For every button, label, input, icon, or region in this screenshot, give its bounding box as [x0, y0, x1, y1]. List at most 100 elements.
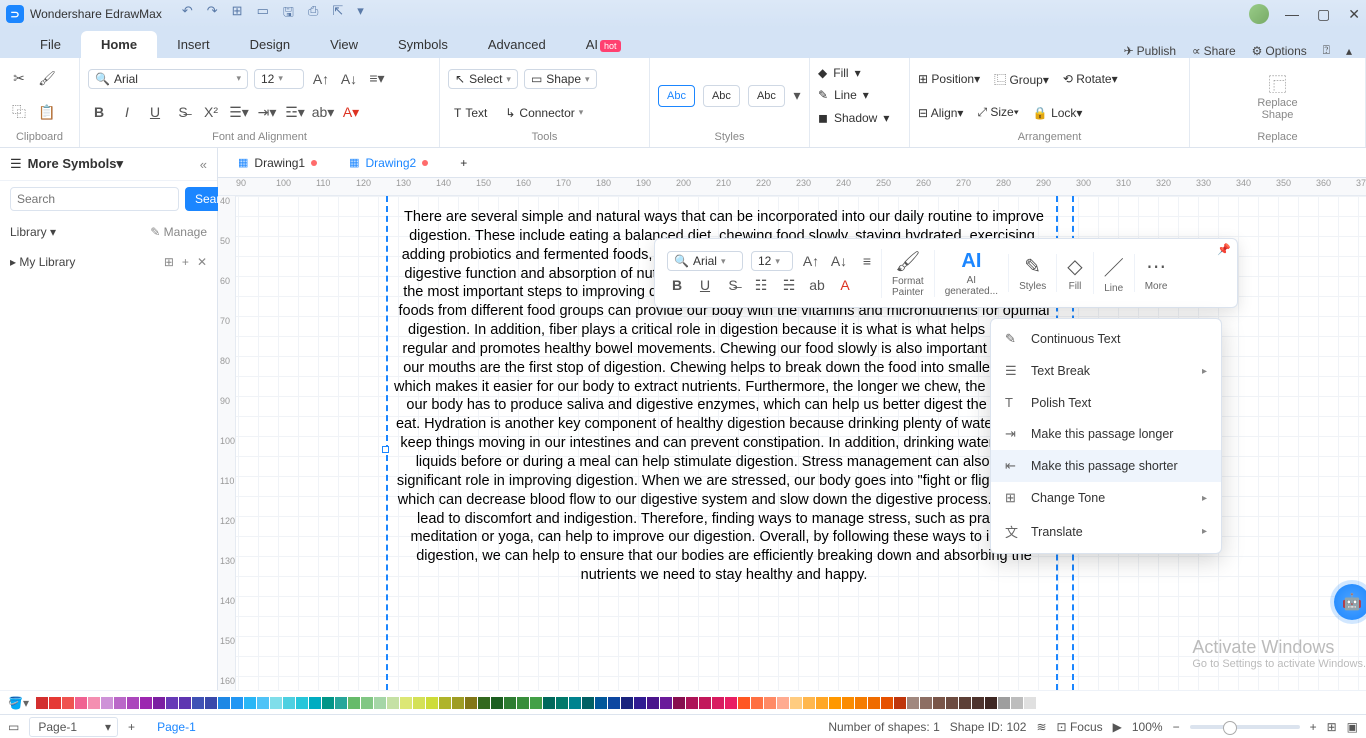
menu-symbols[interactable]: Symbols [378, 31, 468, 58]
color-swatch[interactable] [231, 697, 243, 709]
text-tool[interactable]: T Text [448, 104, 493, 122]
color-swatch[interactable] [478, 697, 490, 709]
ai-polish-text[interactable]: TPolish Text [991, 387, 1221, 418]
color-swatch[interactable] [907, 697, 919, 709]
color-swatch[interactable] [842, 697, 854, 709]
color-swatch[interactable] [803, 697, 815, 709]
page-name[interactable]: Page-1 [157, 720, 196, 734]
fontcolor-icon[interactable]: A▾ [340, 101, 362, 123]
line-button[interactable]: ✎ Line▾ [818, 88, 901, 102]
color-swatch[interactable] [972, 697, 984, 709]
ft-more[interactable]: ⋯More [1134, 254, 1178, 292]
zoom-out-icon[interactable]: − [1173, 720, 1180, 734]
superscript-icon[interactable]: X² [200, 101, 222, 123]
color-swatch[interactable] [790, 697, 802, 709]
color-swatch[interactable] [725, 697, 737, 709]
color-swatch[interactable] [608, 697, 620, 709]
focus-button[interactable]: ⊡ Focus [1057, 720, 1103, 734]
ai-text-break[interactable]: ☰Text Break▸ [991, 355, 1221, 387]
color-swatch[interactable] [400, 697, 412, 709]
ft-fill[interactable]: ◇Fill [1056, 254, 1092, 292]
ft-bullets-icon[interactable]: ☷ [751, 275, 771, 295]
color-swatch[interactable] [153, 697, 165, 709]
share-button[interactable]: ∝ Share [1192, 44, 1236, 58]
color-swatch[interactable] [426, 697, 438, 709]
color-swatch[interactable] [36, 697, 48, 709]
list-icon[interactable]: ☲▾ [284, 101, 306, 123]
copy-icon[interactable]: ⿻ [8, 101, 30, 123]
color-swatch[interactable] [933, 697, 945, 709]
zoom-value[interactable]: 100% [1132, 720, 1163, 734]
select-tool[interactable]: ↖ Select ▾ [448, 69, 518, 89]
color-swatch[interactable] [166, 697, 178, 709]
font-family-dropdown[interactable]: 🔍 Arial▾ [88, 69, 248, 89]
collapse-panel-icon[interactable]: « [200, 157, 207, 172]
group-button[interactable]: ⿺ Group▾ [994, 71, 1049, 88]
color-swatch[interactable] [660, 697, 672, 709]
color-swatch[interactable] [946, 697, 958, 709]
color-swatch[interactable] [348, 697, 360, 709]
tab-drawing2[interactable]: ▦Drawing2 [335, 151, 442, 175]
color-swatch[interactable] [920, 697, 932, 709]
underline-icon[interactable]: U [144, 101, 166, 123]
lib-add-icon[interactable]: + [182, 255, 189, 269]
redo-icon[interactable]: ↷ [207, 3, 218, 25]
ft-line[interactable]: ／Line [1093, 252, 1134, 294]
pin-icon[interactable]: 📌 [1217, 243, 1231, 256]
line-spacing-icon[interactable]: ☰▾ [228, 101, 250, 123]
color-swatch[interactable] [504, 697, 516, 709]
save-icon[interactable]: 🖫 [283, 3, 294, 25]
style-preset-1[interactable]: Abc [658, 85, 695, 107]
lock-button[interactable]: 🔒 Lock▾ [1033, 106, 1083, 120]
color-swatch[interactable] [322, 697, 334, 709]
ai-chat-bubble[interactable]: 🤖 [1334, 584, 1366, 620]
ai-make-shorter[interactable]: ⇤Make this passage shorter [991, 450, 1221, 482]
collapse-ribbon-icon[interactable]: ▴ [1346, 44, 1352, 58]
library-dropdown[interactable]: Library ▾ [10, 225, 56, 239]
bold-icon[interactable]: B [88, 101, 110, 123]
tab-drawing1[interactable]: ▦Drawing1 [224, 151, 331, 175]
color-swatch[interactable] [140, 697, 152, 709]
open-icon[interactable]: ▭ [257, 3, 269, 25]
color-swatch[interactable] [543, 697, 555, 709]
bucket-icon[interactable]: 🪣▾ [8, 696, 29, 710]
ft-format-painter[interactable]: 🖌Format Painter [881, 249, 934, 298]
color-swatch[interactable] [244, 697, 256, 709]
color-swatch[interactable] [387, 697, 399, 709]
ai-change-tone[interactable]: ⊞Change Tone▸ [991, 482, 1221, 514]
color-swatch[interactable] [283, 697, 295, 709]
user-avatar[interactable] [1249, 4, 1269, 24]
color-swatch[interactable] [452, 697, 464, 709]
color-swatch[interactable] [491, 697, 503, 709]
font-size-dropdown[interactable]: 12▾ [254, 69, 304, 89]
add-page-button[interactable]: + [128, 720, 135, 734]
color-swatch[interactable] [582, 697, 594, 709]
color-swatch[interactable] [686, 697, 698, 709]
presentation-icon[interactable]: ▶ [1113, 720, 1122, 734]
ft-decrease-font-icon[interactable]: A↓ [829, 251, 849, 271]
color-swatch[interactable] [751, 697, 763, 709]
color-swatch[interactable] [361, 697, 373, 709]
color-swatch[interactable] [439, 697, 451, 709]
menu-view[interactable]: View [310, 31, 378, 58]
color-swatch[interactable] [1011, 697, 1023, 709]
manage-button[interactable]: ✎ Manage [150, 225, 207, 239]
new-icon[interactable]: ⊞ [232, 3, 243, 25]
color-swatch[interactable] [127, 697, 139, 709]
lib-close-icon[interactable]: ✕ [197, 255, 207, 269]
color-swatch[interactable] [647, 697, 659, 709]
highlight-icon[interactable]: ab▾ [312, 101, 334, 123]
color-swatch[interactable] [777, 697, 789, 709]
print-icon[interactable]: ⎙ [308, 3, 318, 25]
size-button[interactable]: ⤢ Size▾ [977, 105, 1018, 120]
export-icon[interactable]: ⇱ [332, 3, 343, 25]
close-icon[interactable]: ✕ [1348, 6, 1360, 23]
color-swatch[interactable] [296, 697, 308, 709]
ai-make-longer[interactable]: ⇥Make this passage longer [991, 418, 1221, 450]
ft-font-dropdown[interactable]: 🔍Arial▾ [667, 251, 743, 271]
menu-ai[interactable]: AIhot [566, 31, 641, 58]
mylibrary-item[interactable]: ▸ My Library [10, 255, 75, 269]
format-painter-icon[interactable]: 🖌 [36, 68, 58, 90]
notification-icon[interactable]: ⍰ [1323, 43, 1330, 58]
style-preset-3[interactable]: Abc [748, 85, 785, 107]
